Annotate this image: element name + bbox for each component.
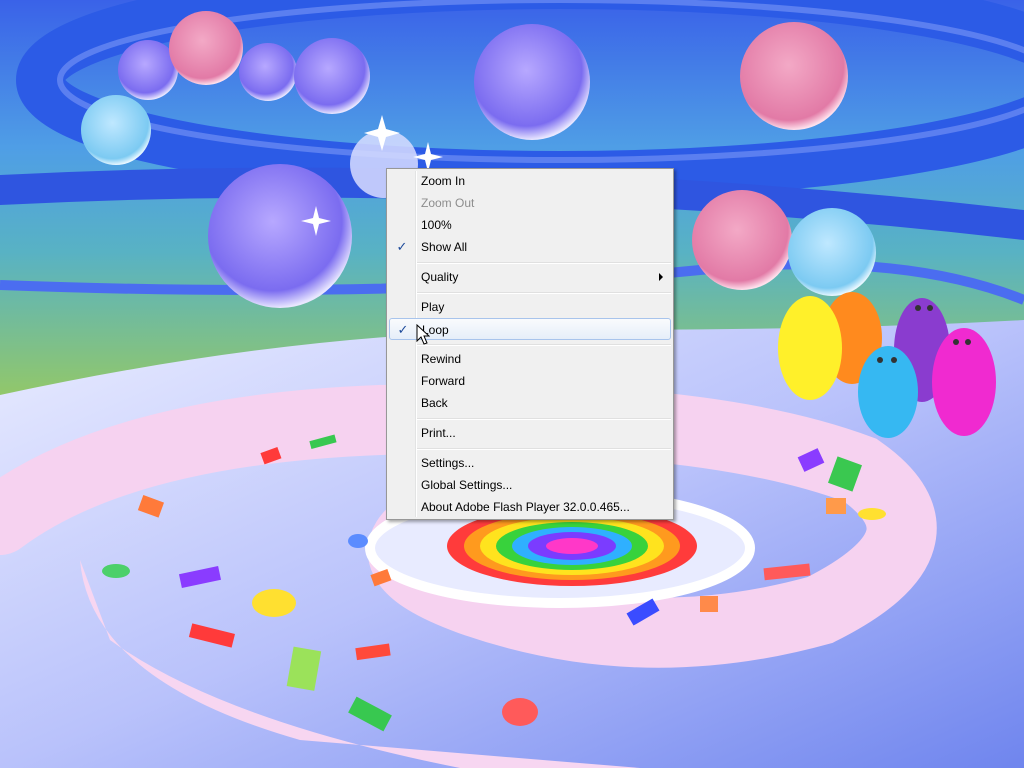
menu-item-zoom-out: Zoom Out: [389, 192, 671, 214]
menu-item-label: Global Settings...: [421, 478, 513, 492]
menu-item-about[interactable]: About Adobe Flash Player 32.0.0.465...: [389, 496, 671, 518]
menu-item-label: Rewind: [421, 352, 462, 366]
menu-item-settings[interactable]: Settings...: [389, 452, 671, 474]
menu-item-loop[interactable]: ✓ Loop: [389, 318, 671, 340]
menu-item-label: Settings...: [421, 456, 475, 470]
menu-item-label: Forward: [421, 374, 466, 388]
menu-separator: [417, 292, 671, 294]
check-icon: ✓: [396, 239, 408, 254]
menu-separator: [417, 344, 671, 346]
menu-item-forward[interactable]: Forward: [389, 370, 671, 392]
menu-item-label: Show All: [421, 240, 468, 254]
menu-separator: [417, 418, 671, 420]
menu-item-show-all[interactable]: ✓ Show All: [389, 236, 671, 258]
menu-item-zoom-in[interactable]: Zoom In: [389, 170, 671, 192]
menu-item-label: Zoom In: [421, 174, 466, 188]
menu-separator: [417, 448, 671, 450]
submenu-arrow-icon: [659, 273, 663, 281]
menu-item-print[interactable]: Print...: [389, 422, 671, 444]
menu-item-rewind[interactable]: Rewind: [389, 348, 671, 370]
menu-item-back[interactable]: Back: [389, 392, 671, 414]
check-icon: ✓: [397, 322, 409, 337]
menu-separator: [417, 262, 671, 264]
menu-item-label: About Adobe Flash Player 32.0.0.465...: [421, 500, 630, 514]
menu-item-zoom-100[interactable]: 100%: [389, 214, 671, 236]
menu-item-label: Print...: [421, 426, 456, 440]
menu-item-play[interactable]: Play: [389, 296, 671, 318]
menu-item-label: Zoom Out: [421, 196, 475, 210]
menu-item-label: Quality: [421, 270, 459, 284]
menu-item-label: Back: [421, 396, 448, 410]
menu-item-global-settings[interactable]: Global Settings...: [389, 474, 671, 496]
menu-item-label: Play: [421, 300, 445, 314]
menu-item-label: 100%: [421, 218, 452, 232]
menu-item-quality[interactable]: Quality: [389, 266, 671, 288]
mouse-cursor-icon: [416, 324, 430, 345]
